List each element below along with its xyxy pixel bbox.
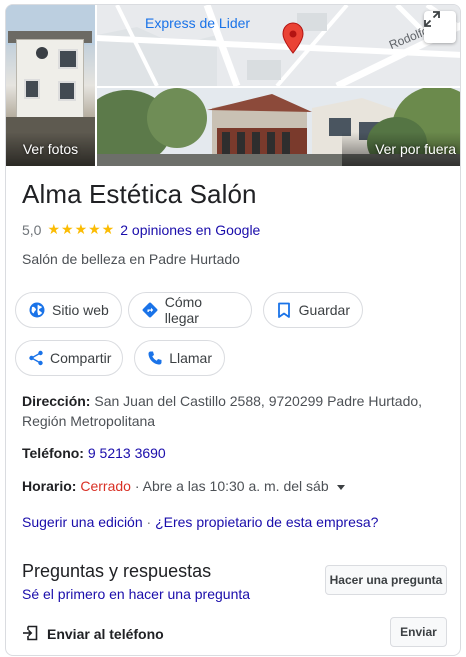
phone-row: Teléfono: 9 5213 3690 xyxy=(22,443,166,463)
address-label: Dirección: xyxy=(22,393,91,409)
owner-link[interactable]: ¿Eres propietario de esta empresa? xyxy=(155,514,378,530)
ask-question-button[interactable]: Hacer una pregunta xyxy=(325,565,447,595)
globe-icon xyxy=(28,301,46,319)
hours-row: Horario: Cerrado · Abre a las 10:30 a. m… xyxy=(22,476,345,496)
directions-icon xyxy=(141,301,159,319)
map-place-label: Express de Lider xyxy=(145,15,251,31)
star-rating-icon: ★★★★★ xyxy=(47,221,116,237)
expand-icon xyxy=(424,11,440,27)
suggest-row: Sugerir una edición · ¿Eres propietario … xyxy=(22,514,378,530)
directions-label: Cómo llegar xyxy=(164,294,203,326)
storefront-photo[interactable]: Ver fotos xyxy=(6,5,95,166)
reviews-link[interactable]: 2 opiniones en Google xyxy=(120,222,260,238)
see-photos-label: Ver fotos xyxy=(22,141,79,157)
save-button[interactable]: Guardar xyxy=(263,292,363,328)
website-button[interactable]: Sitio web xyxy=(15,292,122,328)
see-outside-label: Ver por fuera xyxy=(375,141,456,157)
send-button[interactable]: Enviar xyxy=(390,617,447,647)
share-label: Compartir xyxy=(50,350,112,366)
see-outside-button[interactable]: Ver por fuera xyxy=(342,132,460,166)
photo-header: Ver fotos Express de Lider Rodolfo J Ver… xyxy=(6,5,460,166)
hours-status: Cerrado xyxy=(80,478,131,494)
bookmark-icon xyxy=(276,301,293,319)
map-thumbnail[interactable]: Express de Lider Rodolfo J xyxy=(97,5,460,86)
hours-detail[interactable]: · Abre a las 10:30 a. m. del sáb xyxy=(135,478,329,494)
send-to-phone-label: Enviar al teléfono xyxy=(47,626,164,642)
share-icon xyxy=(28,349,44,367)
dropdown-caret-icon[interactable] xyxy=(336,484,345,490)
directions-button[interactable]: Cómo llegar xyxy=(128,292,252,328)
rating-value: 5,0 xyxy=(22,221,42,238)
business-category: Salón de belleza en Padre Hurtado xyxy=(22,251,240,267)
suggest-edit-link[interactable]: Sugerir una edición xyxy=(22,514,143,530)
business-panel: Ver fotos Express de Lider Rodolfo J Ver… xyxy=(5,4,461,656)
hours-label: Horario: xyxy=(22,478,77,494)
expand-map-button[interactable] xyxy=(424,11,456,43)
phone-label: Teléfono: xyxy=(22,445,84,461)
street-view-photo[interactable]: Ver por fuera xyxy=(97,88,460,166)
send-to-phone-icon xyxy=(22,625,40,643)
phone-number-link[interactable]: 9 5213 3690 xyxy=(88,445,166,461)
call-button[interactable]: Llamar xyxy=(134,340,225,376)
save-label: Guardar xyxy=(298,302,350,318)
rating-row: 5,0 ★★★★★ 2 opiniones en Google xyxy=(22,221,260,238)
send-to-phone-row: Enviar al teléfono xyxy=(22,625,164,643)
link-separator: · xyxy=(146,514,152,530)
call-label: Llamar xyxy=(169,350,212,366)
see-photos-button[interactable]: Ver fotos xyxy=(6,132,95,166)
website-label: Sitio web xyxy=(52,302,109,318)
address-row: Dirección: San Juan del Castillo 2588, 9… xyxy=(22,391,442,431)
business-name: Alma Estética Salón xyxy=(22,179,257,209)
qa-title: Preguntas y respuestas xyxy=(22,561,212,581)
first-question-link[interactable]: Sé el primero en hacer una pregunta xyxy=(22,586,250,602)
share-button[interactable]: Compartir xyxy=(15,340,123,376)
phone-icon xyxy=(147,349,163,367)
